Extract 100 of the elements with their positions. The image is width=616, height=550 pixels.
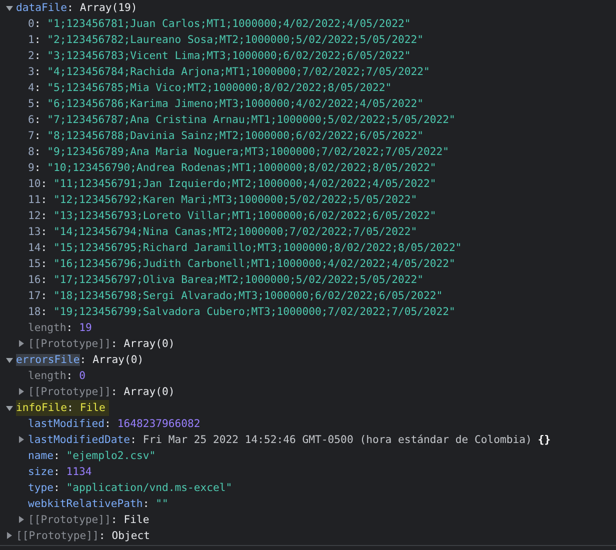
property-key: length [28,370,66,382]
key-separator: : [98,530,106,542]
expanded-caret-icon[interactable] [6,4,13,12]
property-value: "7;123456787;Ana Cristina Arnau;MT1;1000000;5/02/2022;5/05/2022" [47,114,456,126]
property-value: "5;123456785;Mia Vico;MT2;1000000;8/02/2022;8/05/2022" [47,82,392,94]
key-separator: : [66,370,74,382]
property-value: "2;123456782;Laureano Sosa;MT2;1000000;5/02/2022;5/05/2022" [47,34,424,46]
property-key: [[Prototype]] [16,530,99,542]
key-separator: : [67,402,74,414]
property-key: 4 [28,82,34,94]
key-separator: : [54,466,61,478]
property-key: 7 [28,130,34,142]
key-separator: : [110,386,118,398]
key-separator: : [34,34,42,46]
property-value: "9;123456789;Ana Maria Noguera;MT3;1000000;7/02/2022;7/05/2022" [47,146,449,158]
property-key: lastModifiedDate [28,434,130,446]
property-value: "" [156,498,168,510]
key-separator: : [40,210,48,222]
property-key: lastModified [28,418,105,430]
property-value: "application/vnd.ms-excel" [66,482,232,494]
property-value: "13;123456793;Loreto Villar;MT1;1000000;6/02/2022;6/05/2022" [54,210,436,222]
property-key: 8 [28,146,34,158]
property-value: "11;123456791;Jan Izquierdo;MT2;1000000;4/02/2022;4/05/2022" [54,178,436,190]
property-value: File [124,514,150,526]
property-key: infoFile [16,402,68,414]
property-key: 18 [28,306,41,318]
property-key: 6 [28,114,34,126]
property-key: 2 [28,50,34,62]
property-value: 0 [79,370,86,382]
property-value: "19;123456799;Salvadora Cubero;MT3;1000000;7/02/2022;7/05/2022" [54,306,456,318]
property-value: "3;123456783;Vicent Lima;MT3;1000000;6/02/2022;6/05/2022" [47,50,411,62]
property-value: "16;123456796;Judith Carbonell;MT1;1000000;4/02/2022;4/05/2022" [54,258,456,270]
property-key: [[Prototype]] [28,338,111,350]
property-key: 5 [28,98,34,110]
property-key: 12 [28,210,41,222]
expanded-caret-icon[interactable] [6,356,13,364]
property-value: "1;123456781;Juan Carlos;MT1;1000000;4/02/2022;4/05/2022" [47,18,411,30]
key-separator: : [142,498,150,510]
property-value: "6;123456786;Karima Jimeno;MT3;1000000;4/02/2022;4/05/2022" [47,98,424,110]
property-key: 15 [28,258,41,270]
property-key: 0 [28,18,34,30]
property-value: "8;123456788;Davinia Sainz;MT2;1000000;6/02/2022;6/05/2022" [47,130,424,142]
key-separator: : [54,450,61,462]
property-value: Array(0) [124,386,175,398]
property-value: 1648237966082 [117,418,200,430]
key-separator: : [40,242,48,254]
key-separator: : [34,66,42,78]
property-value: Array(0) [124,338,175,350]
key-separator: : [67,2,74,14]
property-key: name [28,450,54,462]
expanded-caret-icon[interactable] [6,404,13,412]
property-key: 11 [28,194,41,206]
property-value: Array(19) [80,2,138,14]
property-key: [[Prototype]] [28,514,111,526]
key-separator: : [34,130,42,142]
key-separator: : [34,162,42,174]
property-key: 14 [28,242,41,254]
property-key: 16 [28,274,41,286]
collapsed-caret-icon[interactable] [18,340,25,348]
object-braces: {} [538,434,551,446]
key-separator: : [40,226,48,238]
property-key: 9 [28,162,34,174]
key-separator: : [34,146,42,158]
key-separator: : [130,434,138,446]
key-separator: : [40,306,48,318]
property-value: "12;123456792;Karen Mari;MT3;1000000;5/02/2022;5/05/2022" [54,194,418,206]
property-value: Fri Mar 25 2022 14:52:46 GMT-0500 (hora estándar de Colombia) [142,434,532,446]
key-separator: : [110,514,118,526]
key-separator: : [34,82,42,94]
collapsed-caret-icon[interactable] [18,516,25,524]
property-value: "4;123456784;Rachida Arjona;MT1;1000000;7/02/2022;7/05/2022" [47,66,430,78]
property-key: size [28,466,54,478]
property-key: dataFile [16,2,68,14]
property-value: "18;123456798;Sergi Alvarado;MT3;1000000;6/02/2022;6/05/2022" [54,290,443,302]
property-key: 10 [28,178,41,190]
collapsed-caret-icon[interactable] [6,532,13,540]
key-separator: : [54,482,61,494]
property-key: type [28,482,54,494]
key-separator: : [40,194,48,206]
key-separator: : [40,178,48,190]
property-value: 1134 [66,466,92,478]
property-key: 3 [28,66,34,78]
property-key: 1 [28,34,34,46]
collapsed-caret-icon[interactable] [18,388,25,396]
collapsed-caret-icon[interactable] [18,436,25,444]
property-key: 13 [28,226,41,238]
property-key: errorsFile [16,354,80,366]
key-separator: : [40,258,48,270]
property-value: "14;123456794;Nina Canas;MT2;1000000;7/02/2022;7/05/2022" [54,226,418,238]
property-key: webkitRelativePath [28,498,143,510]
key-separator: : [34,18,42,30]
property-value: "ejemplo2.csv" [66,450,156,462]
key-separator: : [34,114,42,126]
property-value: Object [112,530,150,542]
key-separator: : [80,354,88,366]
key-separator: : [66,322,74,334]
key-separator: : [104,418,112,430]
key-separator: : [34,50,42,62]
property-value: 19 [79,322,92,334]
key-separator: : [40,290,48,302]
